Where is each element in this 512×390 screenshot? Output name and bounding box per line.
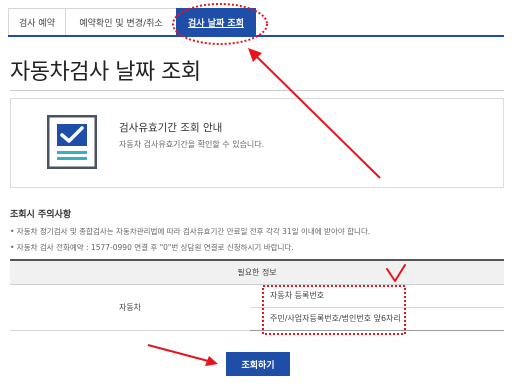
info-description: 자동차 검사유효기간을 확인할 수 있습니다. xyxy=(119,140,265,149)
row-label-vehicle: 자동차 xyxy=(10,284,250,331)
tab-inspection-date-lookup[interactable]: 검사 날짜 조회 xyxy=(176,8,256,35)
table-row: 자동차 자동차 등록번호 xyxy=(10,284,504,331)
notice-item: • 자동차 정기검사 및 종합검사는 자동차관리법에 따라 검사유효기간 만료일… xyxy=(10,227,371,236)
notice-item: • 자동차 검사 전화예약 : 1577-0990 연결 후 "0"번 상담원 … xyxy=(10,243,294,252)
tab-reservation-check-change-cancel[interactable]: 예약확인 및 변경/취소 xyxy=(65,8,177,35)
info-card: 검사유효기간 조회 안내 자동차 검사유효기간을 확인할 수 있습니다. xyxy=(10,98,504,188)
info-title: 검사유효기간 조회 안내 xyxy=(119,122,223,134)
field-resident-business-number: 주민/사업자등록번호/법인번호 앞6자리 xyxy=(250,307,504,331)
required-info-table: 필요한 정보 자동차 자동차 등록번호 주민/사업자등록번호/법인번호 앞6자리 xyxy=(10,259,504,331)
field-vehicle-registration-number: 자동차 등록번호 xyxy=(250,284,504,308)
arrow-to-button-icon xyxy=(147,344,218,366)
table-header: 필요한 정보 xyxy=(10,259,504,285)
tab-inspection-reservation[interactable]: 검사 예약 xyxy=(8,8,66,35)
page-title: 자동차검사 날짜 조회 xyxy=(10,60,201,85)
notice-title: 조회시 주의사항 xyxy=(10,210,72,220)
title-divider xyxy=(10,90,504,91)
tab-bar: 검사 예약 예약확인 및 변경/취소 검사 날짜 조회 xyxy=(8,8,504,37)
checklist-document-icon xyxy=(47,115,97,169)
search-button[interactable]: 조회하기 xyxy=(226,352,290,376)
